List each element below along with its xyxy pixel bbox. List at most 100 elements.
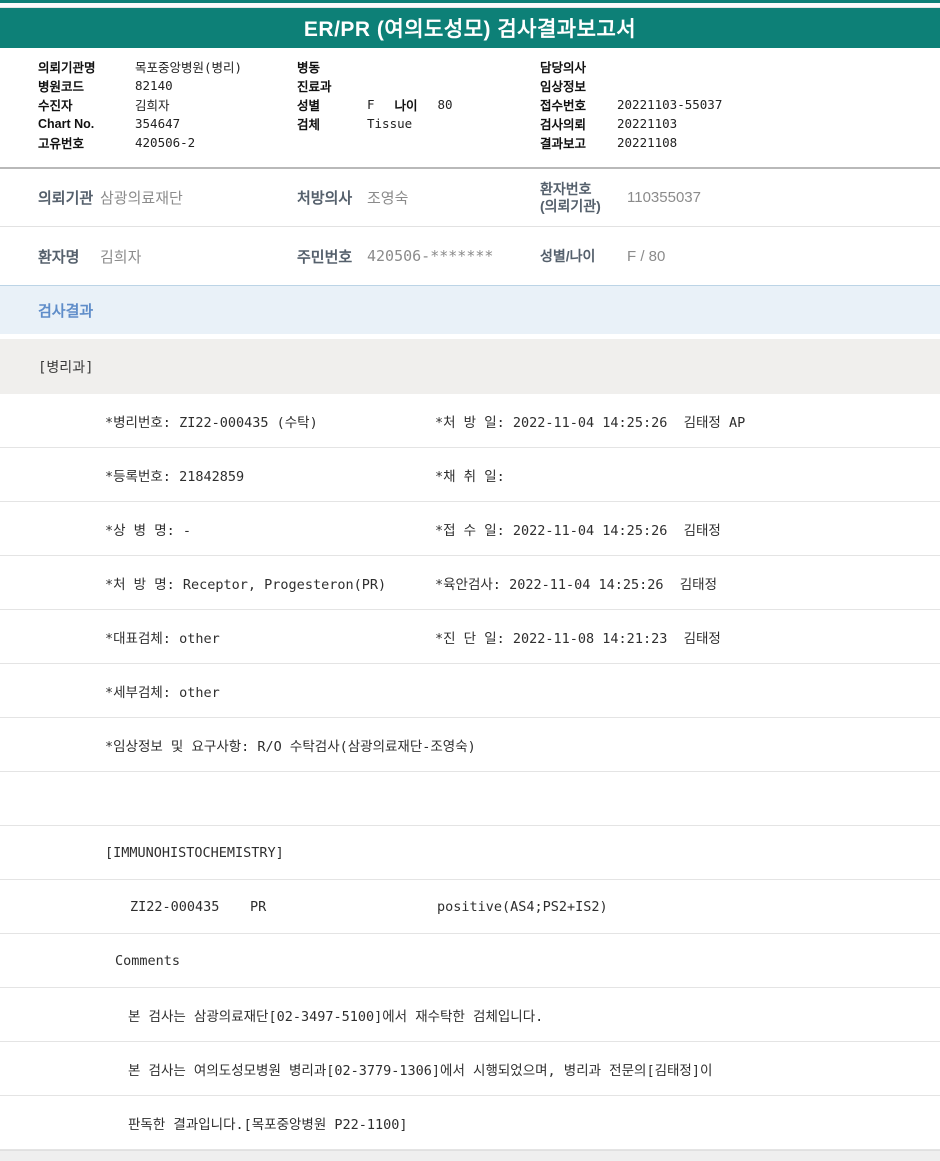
patient-number-label-line2: (의뢰기관) xyxy=(540,198,601,214)
field-label: 검체 xyxy=(297,114,367,133)
ihc-section-header: [IMMUNOHISTOCHEMISTRY] xyxy=(105,845,284,861)
registration-number: *등록번호: 21842859 xyxy=(105,465,244,485)
header-field: Chart No. 354647 xyxy=(38,114,297,133)
referring-org-value: 삼광의료재단 xyxy=(100,187,183,208)
field-label: 병원코드 xyxy=(38,76,135,95)
field-value: 354647 xyxy=(135,116,180,131)
field-label: 임상정보 xyxy=(540,76,617,95)
header-field: 진료과 xyxy=(297,76,540,95)
main-specimen: *대표검체: other xyxy=(105,627,220,647)
test-results-section-title: 검사결과 xyxy=(38,300,93,321)
header-field: 수진자 김희자 xyxy=(38,95,297,114)
patient-number-label-line1: 환자번호 xyxy=(540,181,592,197)
patient-number-value: 110355037 xyxy=(627,189,701,206)
report-title: ER/PR (여의도성모) 검사결과보고서 xyxy=(304,13,636,43)
report-title-bar: ER/PR (여의도성모) 검사결과보고서 xyxy=(0,8,940,48)
prescribing-doctor-cell: 처방의사 조영숙 xyxy=(297,187,540,208)
field-value: Tissue xyxy=(367,116,412,131)
detail-row-main-specimen: *대표검체: other *진 단 일: 2022-11-08 14:21:23… xyxy=(0,610,940,664)
header-col-middle: 병동 진료과 성별 F 나이 80 검체 Tissue xyxy=(297,57,540,167)
ihc-test-result: positive(AS4;PS2+IS2) xyxy=(437,899,608,915)
header-field: 의뢰기관명 목포중앙병원(병리) xyxy=(38,57,297,76)
prescription-date: *처 방 일: 2022-11-04 14:25:26 김태정 AP xyxy=(435,411,745,431)
comments-header-row: Comments xyxy=(0,934,940,988)
pathology-number: *병리번호: ZI22-000435 (수탁) xyxy=(105,411,318,431)
field-label: 진료과 xyxy=(297,76,367,95)
field-value: 목포중앙병원(병리) xyxy=(135,57,242,76)
detail-row-prescription-name: *처 방 명: Receptor, Progesteron(PR) *육안검사:… xyxy=(0,556,940,610)
ihc-specimen-code: ZI22-000435 xyxy=(130,899,219,915)
header-col-left: 의뢰기관명 목포중앙병원(병리) 병원코드 82140 수진자 김희자 Char… xyxy=(0,57,297,167)
patient-name-cell: 환자명 김희자 xyxy=(0,246,297,267)
header-field: 병동 xyxy=(297,57,540,76)
header-field: 담당의사 xyxy=(540,57,940,76)
detail-row-pathology-number: *병리번호: ZI22-000435 (수탁) *처 방 일: 2022-11-… xyxy=(0,394,940,448)
field-value: 420506-2 xyxy=(135,135,195,150)
field-label-age: 나이 xyxy=(395,95,438,114)
field-value: F xyxy=(367,97,375,112)
field-label: Chart No. xyxy=(38,117,135,131)
gross-exam-date: *육안검사: 2022-11-04 14:25:26 김태정 xyxy=(435,573,717,593)
receipt-date: *접 수 일: 2022-11-04 14:25:26 김태정 xyxy=(435,519,721,539)
comment-line-1: 본 검사는 삼광의료재단[02-3497-5100]에서 재수탁한 검체입니다. xyxy=(128,1005,543,1025)
patient-name-value: 김희자 xyxy=(100,246,141,267)
comment-line-2: 본 검사는 여의도성모병원 병리과[02-3779-1306]에서 시행되었으며… xyxy=(128,1059,712,1079)
header-field: 고유번호 420506-2 xyxy=(38,133,297,152)
field-label: 접수번호 xyxy=(540,95,617,114)
header-col-right: 담당의사 임상정보 접수번호 20221103-55037 검사의뢰 20221… xyxy=(540,57,940,167)
comment-line-3: 판독한 결과입니다.[목포중앙병원 P22-1100] xyxy=(128,1113,408,1133)
sex-age-label: 성별/나이 xyxy=(540,248,627,265)
bottom-strip xyxy=(0,1150,940,1161)
department-section-header: [병리과] xyxy=(0,339,940,394)
field-value: 20221103-55037 xyxy=(617,97,722,112)
header-field: 임상정보 xyxy=(540,76,940,95)
patient-name-label: 환자명 xyxy=(38,246,100,267)
field-label: 담당의사 xyxy=(540,57,617,76)
detail-row-clinical-info: *임상정보 및 요구사항: R/O 수탁검사(삼광의료재단-조영숙) xyxy=(0,718,940,772)
resident-number-value: 420506-******* xyxy=(367,247,493,265)
header-field: 결과보고 20221108 xyxy=(540,133,940,152)
field-label: 수진자 xyxy=(38,95,135,114)
header-field: 검체 Tissue xyxy=(297,114,540,133)
header-field: 접수번호 20221103-55037 xyxy=(540,95,940,114)
resident-number-cell: 주민번호 420506-******* xyxy=(297,246,540,267)
sub-specimen: *세부검체: other xyxy=(105,681,220,701)
spacer-row xyxy=(0,772,940,826)
diagnosis-name: *상 병 명: - xyxy=(105,519,191,539)
detail-row-sub-specimen: *세부검체: other xyxy=(0,664,940,718)
comments-label: Comments xyxy=(115,953,180,969)
collection-date: *채 취 일: xyxy=(435,465,505,485)
ihc-result-row: ZI22-000435 PR positive(AS4;PS2+IS2) xyxy=(0,880,940,934)
ihc-test-name: PR xyxy=(250,899,266,915)
header-field: 성별 F 나이 80 xyxy=(297,95,540,114)
field-label: 병동 xyxy=(297,57,367,76)
referring-org-label: 의뢰기관 xyxy=(38,187,100,208)
prescription-name: *처 방 명: Receptor, Progesteron(PR) xyxy=(105,573,386,593)
patient-info-row-2: 환자명 김희자 주민번호 420506-******* 성별/나이 F / 80 xyxy=(0,227,940,286)
department-name: [병리과] xyxy=(38,357,94,377)
clinical-info: *임상정보 및 요구사항: R/O 수탁검사(삼광의료재단-조영숙) xyxy=(105,735,476,755)
field-value: 김희자 xyxy=(135,95,170,114)
comment-row-2: 본 검사는 여의도성모병원 병리과[02-3779-1306]에서 시행되었으며… xyxy=(0,1042,940,1096)
prescribing-doctor-value: 조영숙 xyxy=(367,187,408,208)
patient-info-row-1: 의뢰기관 삼광의료재단 처방의사 조영숙 환자번호(의뢰기관) 11035503… xyxy=(0,169,940,227)
diagnosis-date: *진 단 일: 2022-11-08 14:21:23 김태정 xyxy=(435,627,721,647)
comment-row-1: 본 검사는 삼광의료재단[02-3497-5100]에서 재수탁한 검체입니다. xyxy=(0,988,940,1042)
sex-age-cell: 성별/나이 F / 80 xyxy=(540,248,940,265)
field-value-age: 80 xyxy=(438,97,453,112)
ihc-header-row: [IMMUNOHISTOCHEMISTRY] xyxy=(0,826,940,880)
report-header-info: 의뢰기관명 목포중앙병원(병리) 병원코드 82140 수진자 김희자 Char… xyxy=(0,48,940,169)
detail-row-registration-number: *등록번호: 21842859 *채 취 일: xyxy=(0,448,940,502)
test-results-section-header: 검사결과 xyxy=(0,286,940,334)
resident-number-label: 주민번호 xyxy=(297,246,367,267)
comment-row-3: 판독한 결과입니다.[목포중앙병원 P22-1100] xyxy=(0,1096,940,1150)
sex-age-value: F / 80 xyxy=(627,248,665,265)
field-label: 결과보고 xyxy=(540,133,617,152)
header-field: 검사의뢰 20221103 xyxy=(540,114,940,133)
field-label: 검사의뢰 xyxy=(540,114,617,133)
header-field: 병원코드 82140 xyxy=(38,76,297,95)
field-label: 의뢰기관명 xyxy=(38,57,135,76)
field-value: 20221108 xyxy=(617,135,677,150)
patient-number-cell: 환자번호(의뢰기관) 110355037 xyxy=(540,181,940,215)
field-value: 82140 xyxy=(135,78,173,93)
